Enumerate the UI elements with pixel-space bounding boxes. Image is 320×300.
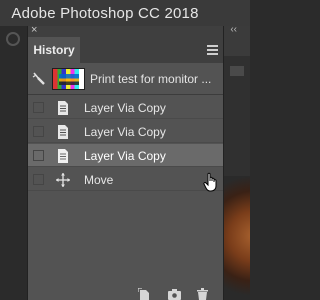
history-step[interactable]: Layer Via Copy bbox=[28, 120, 223, 143]
document-icon bbox=[58, 149, 68, 163]
window-title: Adobe Photoshop CC 2018 bbox=[11, 4, 199, 22]
collapse-icon[interactable]: ‹‹ bbox=[230, 24, 237, 36]
history-state-checkbox[interactable] bbox=[33, 174, 44, 185]
document-icon bbox=[58, 101, 68, 115]
history-step-label: Layer Via Copy bbox=[84, 125, 166, 139]
snapshot-label: Print test for monitor ... bbox=[90, 72, 212, 86]
document-canvas bbox=[224, 26, 250, 300]
move-arrows-icon bbox=[56, 173, 70, 187]
tab-history-label: History bbox=[33, 43, 75, 57]
history-step-label: Layer Via Copy bbox=[84, 101, 166, 115]
tool-ring-icon bbox=[6, 32, 20, 46]
canvas-photo bbox=[224, 176, 250, 300]
history-brush-icon[interactable] bbox=[32, 72, 46, 86]
history-state-checkbox[interactable] bbox=[33, 126, 44, 137]
panel-bottom-toolbar bbox=[28, 286, 223, 300]
history-panel: × ‹‹ History Print test for monitor ... … bbox=[27, 24, 237, 300]
panel-top-bar: × ‹‹ bbox=[28, 24, 237, 37]
window-title-bar: Adobe Photoshop CC 2018 bbox=[0, 0, 250, 26]
left-toolbar-sliver bbox=[0, 26, 27, 300]
close-icon[interactable]: × bbox=[31, 24, 37, 36]
hand-cursor-icon bbox=[203, 172, 217, 192]
history-snapshot-row[interactable]: Print test for monitor ... bbox=[28, 63, 223, 95]
history-state-checkbox[interactable] bbox=[33, 102, 44, 113]
canvas-header-strip bbox=[224, 26, 250, 56]
snapshot-thumbnail bbox=[52, 68, 85, 90]
hamburger-menu-icon[interactable] bbox=[207, 45, 218, 55]
camera-snapshot-icon[interactable] bbox=[168, 288, 181, 300]
history-step-label: Move bbox=[84, 173, 114, 187]
history-state-checkbox[interactable] bbox=[33, 150, 44, 161]
history-step[interactable]: Move bbox=[28, 168, 223, 191]
trash-icon[interactable] bbox=[196, 288, 209, 300]
history-step[interactable]: Layer Via Copy bbox=[28, 96, 223, 119]
history-step-selected[interactable]: Layer Via Copy bbox=[28, 144, 223, 167]
panel-tab-row: History bbox=[28, 37, 223, 63]
canvas-tool-icon bbox=[230, 66, 244, 76]
document-icon bbox=[58, 125, 68, 139]
new-document-from-state-icon[interactable] bbox=[138, 288, 151, 300]
tab-history[interactable]: History bbox=[28, 37, 80, 63]
history-step-label: Layer Via Copy bbox=[84, 149, 166, 163]
